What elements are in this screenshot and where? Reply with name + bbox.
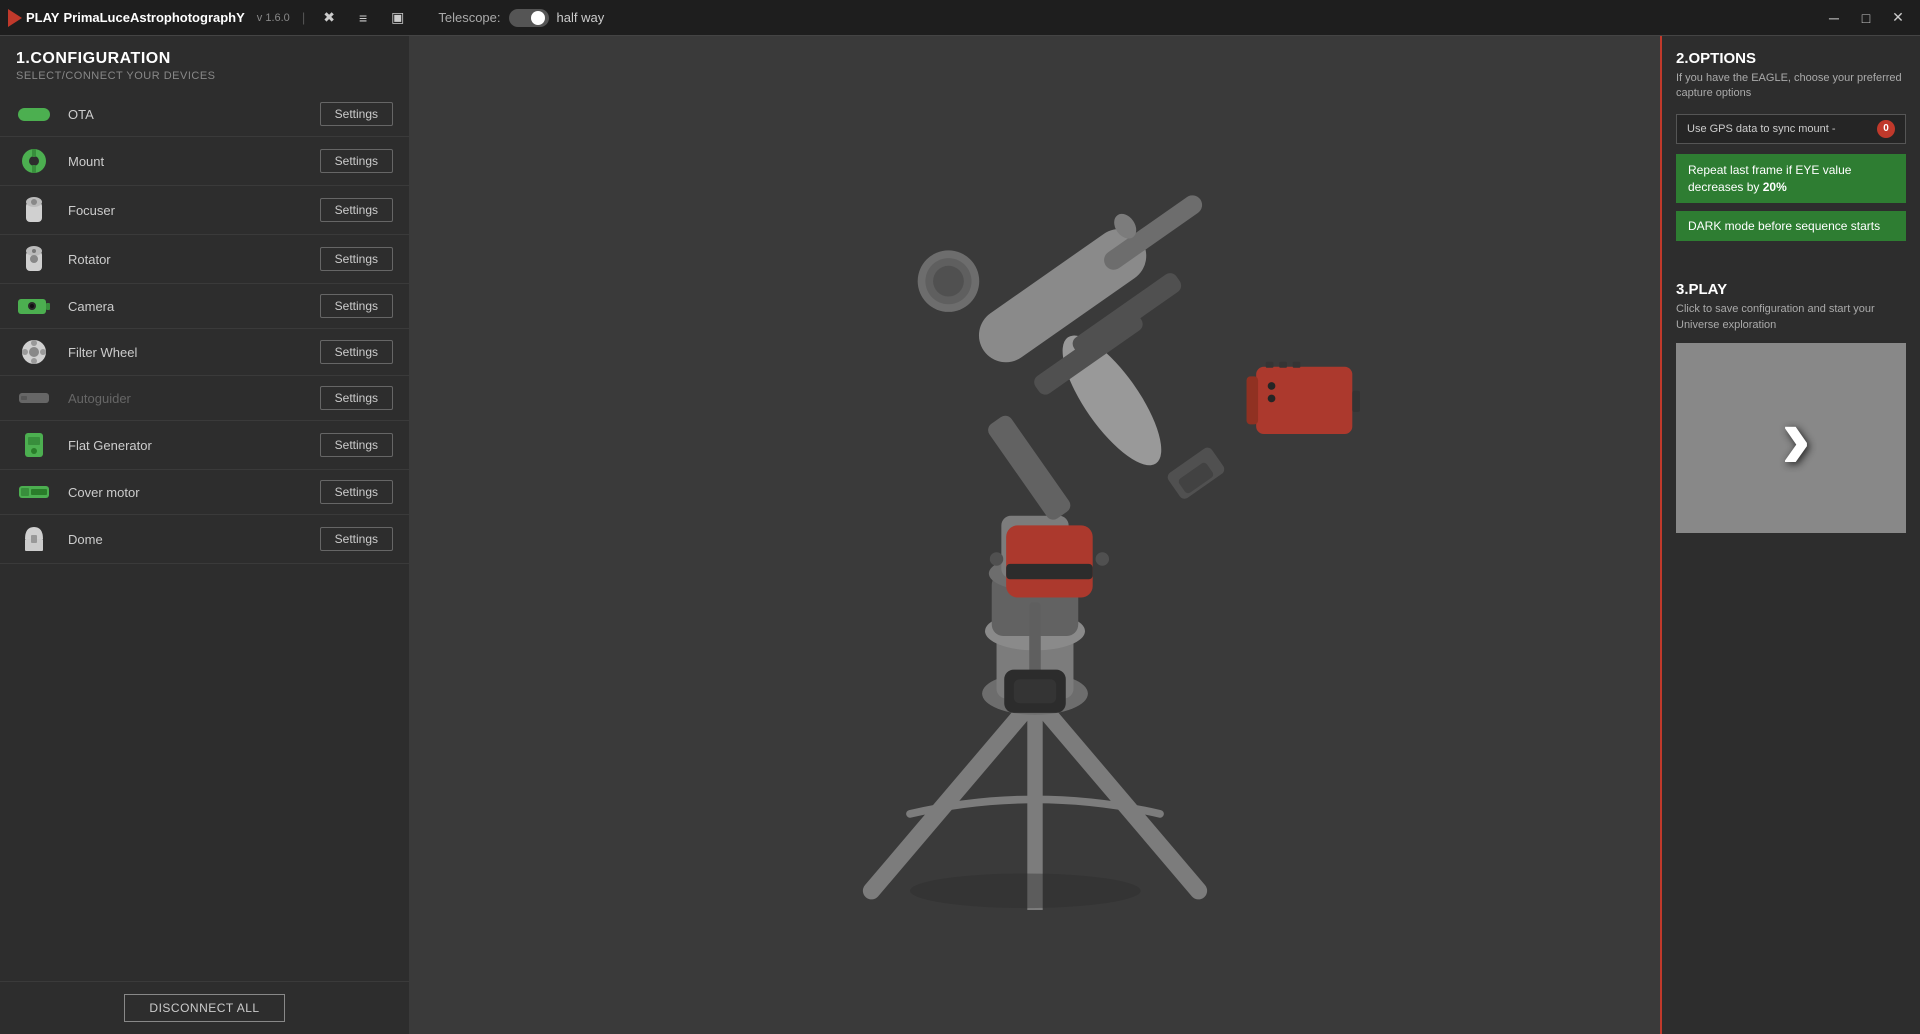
separator: | [302,10,305,25]
dome-icon [16,525,52,553]
options-section: 2.OPTIONS If you have the EAGLE, choose … [1676,50,1906,249]
focuser-icon [16,196,52,224]
device-name-camera: Camera [68,299,304,314]
toggle-knob [531,11,545,25]
device-name-dome: Dome [68,532,304,547]
device-list: OTA Settings Mount Settings [0,88,409,981]
config-header: 1.CONFIGURATION SELECT/CONNECT YOUR DEVI… [0,36,409,88]
device-name-rotator: Rotator [68,252,304,267]
settings-button-camera[interactable]: Settings [320,294,393,318]
telescope-section: Telescope: half way [438,9,604,27]
settings-button-filterwheel[interactable]: Settings [320,340,393,364]
dark-mode-button[interactable]: DARK mode before sequence starts [1676,211,1906,241]
disconnect-bar: DISCONNECT ALL [0,981,409,1034]
config-subtitle: SELECT/CONNECT YOUR DEVICES [16,70,393,82]
device-name-flatgen: Flat Generator [68,438,304,453]
play-chevron-icon-2: › [1781,393,1811,483]
options-title: 2.OPTIONS [1676,50,1906,67]
gps-option-row[interactable]: Use GPS data to sync mount - 0 [1676,114,1906,144]
device-row-flatgen: Flat Generator Settings [0,421,409,470]
settings-button-rotator[interactable]: Settings [320,247,393,271]
play-logo-icon [8,9,22,27]
telescope-illustration [685,160,1385,910]
autoguider-icon [16,391,52,405]
device-row-ota: OTA Settings [0,92,409,137]
app-name: PrimaLuceAstrophotographY [63,10,244,25]
mount-icon [16,147,52,175]
repeat-frame-button[interactable]: Repeat last frame if EYE value decreases… [1676,154,1906,204]
left-panel: 1.CONFIGURATION SELECT/CONNECT YOUR DEVI… [0,36,410,1034]
settings-button-autoguider[interactable]: Settings [320,386,393,410]
titlebar: PLAY PrimaLuceAstrophotographY v 1.6.0 |… [0,0,1920,36]
settings-button-mount[interactable]: Settings [320,149,393,173]
play-desc: Click to save configuration and start yo… [1676,302,1906,333]
app-version: v 1.6.0 [257,12,290,24]
flatgen-icon [16,431,52,459]
close-button[interactable]: ✕ [1884,8,1912,28]
covermotor-icon [16,484,52,500]
device-name-autoguider: Autoguider [68,391,304,406]
device-row-focuser: Focuser Settings [0,186,409,235]
device-row-filterwheel: Filter Wheel Settings [0,329,409,376]
minimize-button[interactable]: ─ [1820,8,1848,28]
gps-option-label: Use GPS data to sync mount - [1687,123,1869,135]
device-row-mount: Mount Settings [0,137,409,186]
repeat-frame-bold: 20% [1763,180,1787,194]
right-panel: 2.OPTIONS If you have the EAGLE, choose … [1660,36,1920,1034]
play-title: 3.PLAY [1676,281,1906,298]
disconnect-all-button[interactable]: DISCONNECT ALL [124,994,284,1022]
play-label: PLAY [26,10,59,25]
play-button[interactable]: › › [1676,343,1906,533]
center-panel [410,36,1660,1034]
ota-icon [16,108,52,121]
settings-button-ota[interactable]: Settings [320,102,393,126]
capture-icon[interactable]: ▣ [385,7,410,28]
device-name-covermotor: Cover motor [68,485,304,500]
gps-badge: 0 [1877,120,1895,138]
options-desc: If you have the EAGLE, choose your prefe… [1676,71,1906,102]
cursor-icon[interactable]: ✖ [317,7,341,28]
main-layout: 1.CONFIGURATION SELECT/CONNECT YOUR DEVI… [0,36,1920,1034]
settings-button-flatgen[interactable]: Settings [320,433,393,457]
device-row-autoguider: Autoguider Settings [0,376,409,421]
telescope-label: Telescope: [438,10,500,25]
window-controls: ─ □ ✕ [1820,8,1912,28]
play-section: 3.PLAY Click to save configuration and s… [1676,281,1906,533]
camera-icon [16,296,52,316]
maximize-button[interactable]: □ [1852,8,1880,28]
device-row-dome: Dome Settings [0,515,409,564]
device-row-covermotor: Cover motor Settings [0,470,409,515]
telescope-toggle[interactable] [509,9,549,27]
filterwheel-icon [16,339,52,365]
device-row-rotator: Rotator Settings [0,235,409,284]
settings-button-covermotor[interactable]: Settings [320,480,393,504]
menu-icon[interactable]: ≡ [353,8,373,28]
device-name-mount: Mount [68,154,304,169]
rotator-icon [16,245,52,273]
device-name-filterwheel: Filter Wheel [68,345,304,360]
config-title: 1.CONFIGURATION [16,50,393,68]
telescope-status: half way [557,10,605,25]
device-name-focuser: Focuser [68,203,304,218]
app-logo: PLAY PrimaLuceAstrophotographY [8,9,245,27]
settings-button-focuser[interactable]: Settings [320,198,393,222]
settings-button-dome[interactable]: Settings [320,527,393,551]
device-name-ota: OTA [68,107,304,122]
device-row-camera: Camera Settings [0,284,409,329]
